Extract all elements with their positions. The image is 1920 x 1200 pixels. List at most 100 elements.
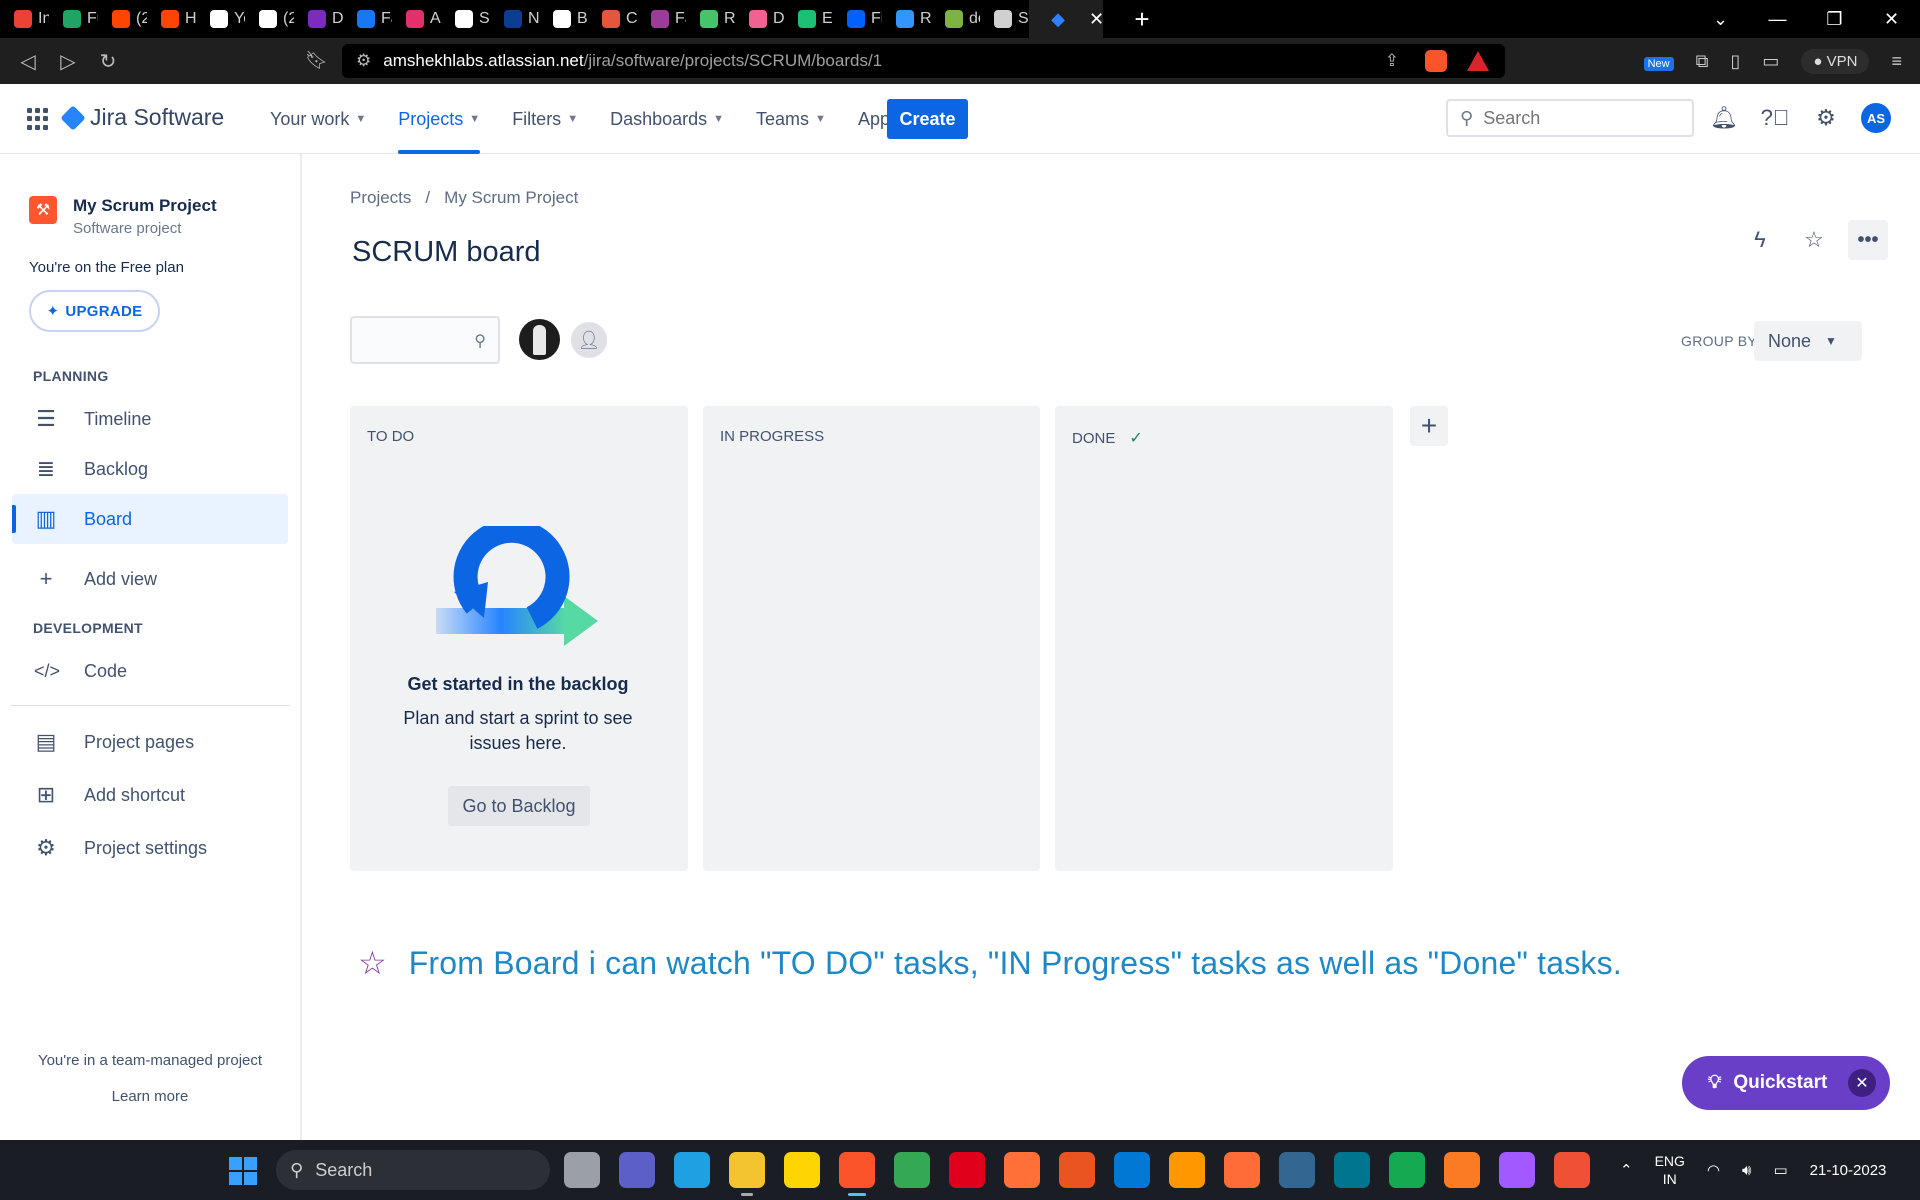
board-search-input[interactable]: ⚲: [350, 316, 500, 364]
settings-gear-icon[interactable]: ⚙: [1810, 102, 1842, 134]
nav-item-your-work[interactable]: Your work ▼: [270, 84, 366, 154]
browser-tab[interactable]: Fake: [637, 0, 686, 38]
sidebar-item-board[interactable]: ▥ Board: [12, 494, 288, 544]
search-field[interactable]: ⚲: [1446, 99, 1694, 137]
nav-item-projects[interactable]: Projects ▼: [398, 84, 480, 154]
maximize-icon[interactable]: ❐: [1806, 9, 1863, 30]
git-icon[interactable]: [1554, 1152, 1590, 1188]
browser-tab[interactable]: Sett: [980, 0, 1029, 38]
help-icon[interactable]: ?⃝: [1759, 102, 1791, 134]
vscode-icon[interactable]: [1114, 1152, 1150, 1188]
brave-shield-icon[interactable]: [1425, 50, 1447, 72]
menu-icon[interactable]: ≡: [1891, 51, 1902, 72]
browser-tab[interactable]: Disc: [294, 0, 343, 38]
sidebar-item-project-pages[interactable]: ▤ Project pages: [12, 717, 288, 767]
close-icon[interactable]: ✕: [1848, 1069, 1876, 1097]
share-icon[interactable]: ⇪: [1385, 51, 1399, 71]
browser-tab[interactable]: Ami: [392, 0, 441, 38]
mongodb-compass-icon[interactable]: [1389, 1152, 1425, 1188]
taskbar-search[interactable]: ⚲ Search: [276, 1150, 550, 1190]
browser-tab[interactable]: Raz: [882, 0, 931, 38]
project-header[interactable]: ⚒ My Scrum Project Software project: [29, 196, 217, 237]
quickstart-button[interactable]: 💡︎ Quickstart ✕: [1682, 1056, 1890, 1110]
browser-tab[interactable]: Files: [833, 0, 882, 38]
upgrade-button[interactable]: ✦ UPGRADE: [29, 290, 160, 332]
firefox-icon[interactable]: [1004, 1152, 1040, 1188]
wifi-icon[interactable]: ◠: [1707, 1161, 1720, 1179]
teams-chat-icon[interactable]: [619, 1152, 655, 1188]
learn-more-link[interactable]: Learn more: [0, 1088, 300, 1105]
sidebar-item-add-view[interactable]: + Add view: [12, 554, 288, 604]
back-icon[interactable]: ◁: [8, 49, 48, 74]
taskbar-date[interactable]: 21-10-2023: [1810, 1162, 1887, 1179]
browser-tab[interactable]: Easy: [784, 0, 833, 38]
nav-item-dashboards[interactable]: Dashboards ▼: [610, 84, 724, 154]
sublime-text-icon[interactable]: [1169, 1152, 1205, 1188]
browser-tab[interactable]: Dun: [735, 0, 784, 38]
figma-icon[interactable]: [1499, 1152, 1535, 1188]
opera-icon[interactable]: [949, 1152, 985, 1188]
sidebar-item-backlog[interactable]: ≣ Backlog: [12, 444, 288, 494]
new-tab-button[interactable]: +: [1127, 4, 1157, 35]
minimize-icon[interactable]: —: [1749, 9, 1806, 30]
postgresql-icon[interactable]: [1279, 1152, 1315, 1188]
chevron-up-icon[interactable]: ⌃: [1620, 1161, 1633, 1179]
notifications-icon[interactable]: 🔔︎: [1708, 102, 1740, 134]
window-close-icon[interactable]: ✕: [1863, 9, 1920, 30]
breadcrumb-project-link[interactable]: My Scrum Project: [444, 188, 578, 208]
automation-bolt-icon[interactable]: ϟ: [1740, 220, 1780, 260]
search-input[interactable]: [1483, 107, 1674, 129]
nav-item-teams[interactable]: Teams ▼: [756, 84, 826, 154]
sidebar-item-timeline[interactable]: ☰ Timeline: [12, 394, 288, 444]
nav-item-filters[interactable]: Filters ▼: [512, 84, 578, 154]
file-explorer-icon[interactable]: [729, 1152, 765, 1196]
ubuntu-icon[interactable]: [1059, 1152, 1095, 1188]
app-switcher-icon[interactable]: [27, 108, 49, 130]
extensions-icon[interactable]: ⧉: [1696, 51, 1709, 72]
user-avatar[interactable]: AS: [1861, 103, 1891, 133]
browser-tab[interactable]: How: [147, 0, 196, 38]
forward-icon[interactable]: ▷: [48, 49, 88, 74]
browser-tab[interactable]: Full: [49, 0, 98, 38]
assignee-filter-avatar[interactable]: [519, 319, 560, 360]
battery-icon[interactable]: ▭: [1773, 1161, 1787, 1179]
close-tab-icon[interactable]: ✕: [1089, 9, 1103, 30]
go-to-backlog-button[interactable]: Go to Backlog: [448, 786, 590, 826]
browser-tab[interactable]: Curr: [588, 0, 637, 38]
windows-start-icon[interactable]: [229, 1157, 257, 1185]
brave-rewards-icon[interactable]: [1467, 51, 1489, 71]
star-icon[interactable]: ☆: [1794, 220, 1834, 260]
bookmark-icon[interactable]: 🔖︎: [305, 50, 328, 71]
xampp-icon[interactable]: [1444, 1152, 1480, 1188]
sidebar-item-add-shortcut[interactable]: ⊞ Add shortcut: [12, 770, 288, 820]
group-by-select[interactable]: None ▼: [1754, 321, 1862, 361]
mysql-workbench-icon[interactable]: [1334, 1152, 1370, 1188]
jira-logo[interactable]: Jira Software: [60, 104, 224, 131]
volume-icon[interactable]: 🔊︎: [1742, 1162, 1751, 1179]
reload-icon[interactable]: ↻: [88, 49, 128, 74]
add-column-button[interactable]: +: [1410, 406, 1448, 446]
site-info-icon[interactable]: ⚙︎: [356, 51, 371, 71]
task-view-icon[interactable]: [564, 1152, 600, 1188]
breadcrumb-projects-link[interactable]: Projects: [350, 188, 411, 208]
vpn-button[interactable]: ● VPN: [1801, 48, 1870, 74]
more-actions-icon[interactable]: •••: [1848, 220, 1888, 260]
browser-tab[interactable]: NAS: [490, 0, 539, 38]
browser-tab[interactable]: doc: [931, 0, 980, 38]
browser-tab[interactable]: (2) D: [98, 0, 147, 38]
browser-tab[interactable]: Your: [196, 0, 245, 38]
active-tab-jira[interactable]: ◆ ✕: [1029, 0, 1103, 38]
browser-tab[interactable]: Inbo: [0, 0, 49, 38]
sidebar-item-code[interactable]: </> Code: [12, 646, 288, 696]
chrome-icon[interactable]: [894, 1152, 930, 1188]
sidebar-item-project-settings[interactable]: ⚙ Project settings: [12, 823, 288, 873]
browser-tab[interactable]: Sett: [441, 0, 490, 38]
sidebar-toggle-icon[interactable]: ▯: [1730, 51, 1740, 72]
create-button[interactable]: Create: [887, 99, 968, 139]
edge-icon[interactable]: [674, 1152, 710, 1188]
browser-tab[interactable]: (2) H: [245, 0, 294, 38]
wallet-icon[interactable]: ▭: [1762, 51, 1779, 72]
sticky-notes-icon[interactable]: [784, 1152, 820, 1188]
new-feature-badge[interactable]: New: [1643, 51, 1674, 72]
brave-browser-icon[interactable]: [839, 1152, 875, 1196]
